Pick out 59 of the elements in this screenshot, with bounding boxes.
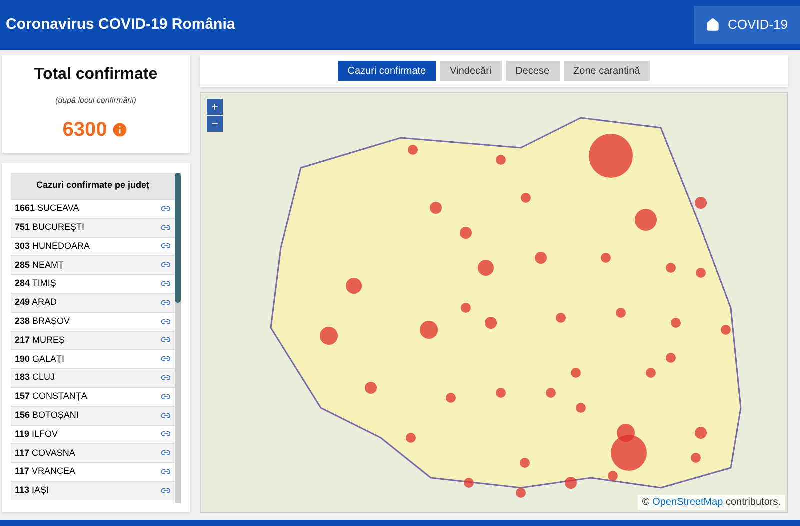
tab[interactable]: Decese xyxy=(506,61,560,81)
link-icon[interactable] xyxy=(161,204,171,214)
county-label: 751 BUCUREȘTI xyxy=(15,220,85,234)
county-row[interactable]: 249 ARAD xyxy=(11,292,175,312)
county-label: 285 NEAMȚ xyxy=(15,258,64,272)
county-row[interactable]: 117 COVASNA xyxy=(11,443,175,462)
link-icon[interactable] xyxy=(161,354,171,364)
county-label: 238 BRAȘOV xyxy=(15,314,70,328)
tab[interactable]: Vindecări xyxy=(440,61,502,81)
osm-link[interactable]: OpenStreetMap xyxy=(652,497,724,508)
total-subtitle: (după locul confirmării) xyxy=(56,95,136,107)
app-title: Coronavirus COVID-19 România xyxy=(5,14,236,35)
county-label: 156 BOTOȘANI xyxy=(15,408,79,422)
county-label: 303 HUNEDOARA xyxy=(15,240,90,253)
county-label: 157 CONSTANȚA xyxy=(15,390,88,404)
attribution-text: © OpenStreetMap contributors. xyxy=(638,495,785,510)
zoom-in-button[interactable]: + xyxy=(207,99,223,115)
scrollbar-thumb[interactable] xyxy=(175,173,181,303)
link-icon[interactable] xyxy=(161,279,171,290)
county-label: 249 ARAD xyxy=(15,296,58,310)
county-row[interactable]: 113 IAȘI xyxy=(11,480,175,500)
county-label: 284 TIMIȘ xyxy=(15,277,56,290)
link-icon[interactable] xyxy=(161,429,171,440)
link-icon[interactable] xyxy=(161,241,171,252)
home-icon xyxy=(706,18,720,32)
zoom-out-button[interactable]: − xyxy=(207,116,223,132)
county-label: 119 ILFOV xyxy=(15,428,58,441)
county-row[interactable]: 285 NEAMȚ xyxy=(11,255,175,274)
link-icon[interactable] xyxy=(161,373,171,384)
county-row[interactable]: 183 CLUJ xyxy=(11,368,175,387)
link-icon[interactable] xyxy=(161,298,171,308)
link-icon[interactable] xyxy=(161,448,171,458)
link-icon[interactable] xyxy=(161,335,171,346)
tab[interactable]: Zone carantină xyxy=(564,61,650,81)
county-label: 117 VRANCEA xyxy=(15,465,76,478)
link-icon[interactable] xyxy=(161,222,171,233)
county-row[interactable]: 303 HUNEDOARA xyxy=(11,236,175,256)
county-row[interactable]: 751 BUCUREȘTI xyxy=(11,218,175,237)
county-row[interactable]: 156 BOTOȘANI xyxy=(11,406,175,425)
info-icon[interactable] xyxy=(111,121,130,139)
county-label: 190 GALAȚI xyxy=(15,352,65,366)
link-icon[interactable] xyxy=(161,392,171,402)
total-title: Total confirmate xyxy=(34,65,158,85)
county-label: 117 COVASNA xyxy=(15,446,76,460)
county-label: 217 MUREȘ xyxy=(15,334,66,347)
county-row[interactable]: 119 ILFOV xyxy=(11,424,175,444)
total-value: 6300 xyxy=(62,118,108,143)
link-icon[interactable] xyxy=(161,467,171,478)
county-label: 183 CLUJ xyxy=(15,371,56,384)
table-heading: Cazuri confirmate pe județ xyxy=(11,173,175,199)
tab[interactable]: Cazuri confirmate xyxy=(338,61,436,81)
county-label: 113 IAȘI xyxy=(15,484,50,498)
link-icon[interactable] xyxy=(161,316,171,327)
link-icon[interactable] xyxy=(161,260,171,270)
home-nav-button[interactable]: COVID-19 xyxy=(694,6,800,44)
county-label: 1661 SUCEAVA xyxy=(15,202,80,216)
county-row[interactable]: 217 MUREȘ xyxy=(11,330,175,350)
link-icon[interactable] xyxy=(161,410,171,421)
link-icon[interactable] xyxy=(161,486,171,496)
